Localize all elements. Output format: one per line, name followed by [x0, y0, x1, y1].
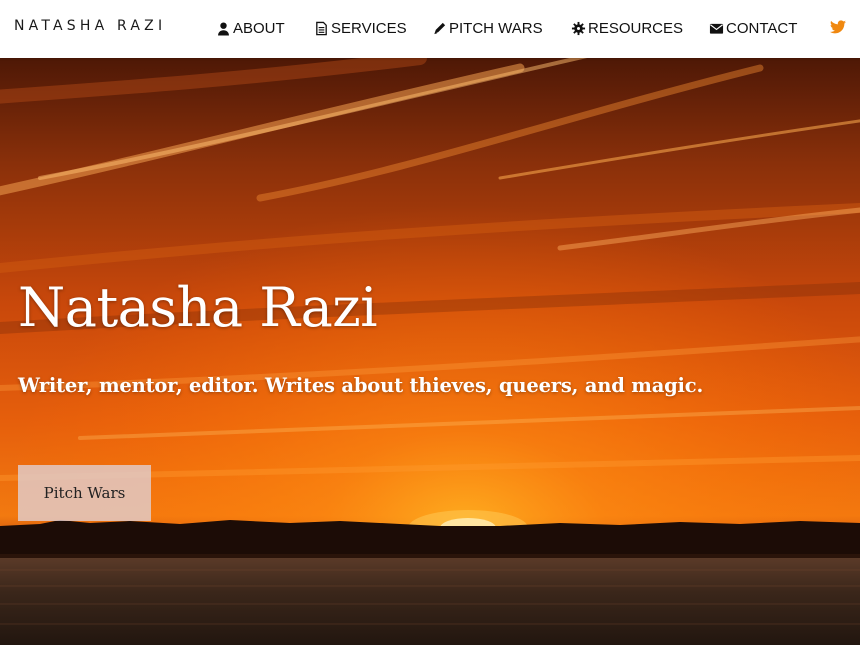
envelope-icon — [709, 21, 724, 36]
hero-subtitle: Writer, mentor, editor. Writes about thi… — [18, 374, 704, 397]
nav-item-services[interactable]: SERVICES — [314, 18, 407, 38]
nav-item-contact[interactable]: CONTACT — [709, 18, 797, 38]
gear-icon — [571, 21, 586, 36]
nav-label-pitch-wars: PITCH WARS — [449, 19, 543, 37]
top-navbar: NATASHA RAZI ABOUT SERVICES PITCH WARS R… — [0, 0, 860, 58]
pencil-icon — [432, 21, 447, 36]
site-brand[interactable]: NATASHA RAZI — [14, 18, 166, 34]
nav-label-resources: RESOURCES — [588, 19, 684, 37]
sunset-background-image — [0, 58, 860, 645]
document-icon — [314, 21, 329, 36]
pitch-wars-button[interactable]: Pitch Wars — [18, 465, 151, 521]
nav-label-contact: CONTACT — [726, 19, 798, 37]
nav-label-about: ABOUT — [233, 19, 285, 37]
hero-title: Natasha Razi — [18, 276, 378, 339]
twitter-icon[interactable] — [830, 20, 846, 34]
nav-item-about[interactable]: ABOUT — [216, 18, 285, 38]
user-icon — [216, 21, 231, 36]
nav-label-services: SERVICES — [331, 19, 407, 37]
hero-section: Natasha Razi Writer, mentor, editor. Wri… — [0, 58, 860, 645]
nav-item-resources[interactable]: RESOURCES — [571, 18, 683, 38]
nav-item-pitch-wars[interactable]: PITCH WARS — [432, 18, 543, 38]
